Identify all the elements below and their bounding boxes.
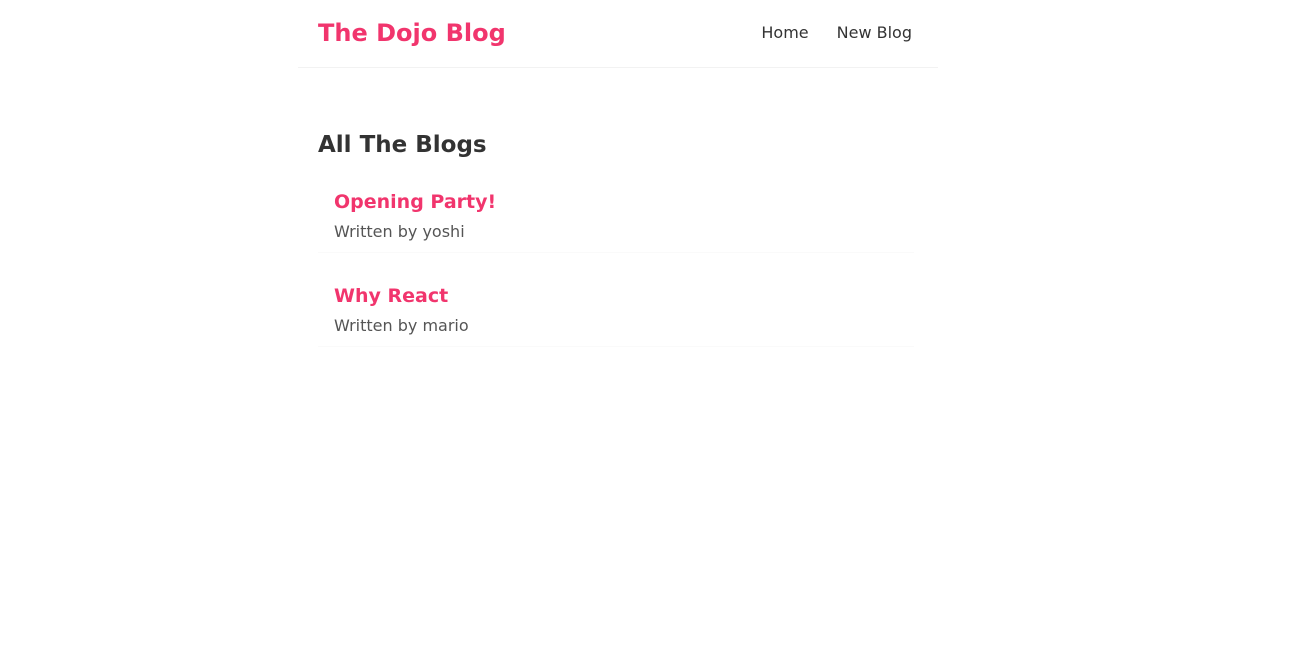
- blog-preview-opening-party[interactable]: Opening Party! Written by yoshi: [318, 180, 914, 253]
- navbar: The Dojo Blog Home New Blog: [298, 0, 938, 68]
- blog-preview-why-react[interactable]: Why React Written by mario: [318, 274, 914, 347]
- blog-author: Written by yoshi: [334, 222, 465, 241]
- nav-links: Home New Blog: [761, 22, 912, 44]
- site-title: The Dojo Blog: [318, 19, 506, 47]
- blog-title[interactable]: Why React: [334, 283, 448, 309]
- nav-link-new-blog[interactable]: New Blog: [837, 22, 912, 44]
- nav-link-home[interactable]: Home: [761, 22, 808, 44]
- blog-list: Opening Party! Written by yoshi Why Reac…: [318, 180, 914, 368]
- page: The Dojo Blog Home New Blog All The Blog…: [0, 0, 1302, 668]
- blog-title[interactable]: Opening Party!: [334, 189, 496, 215]
- blog-author: Written by mario: [334, 316, 469, 335]
- blog-list-title: All The Blogs: [318, 132, 487, 158]
